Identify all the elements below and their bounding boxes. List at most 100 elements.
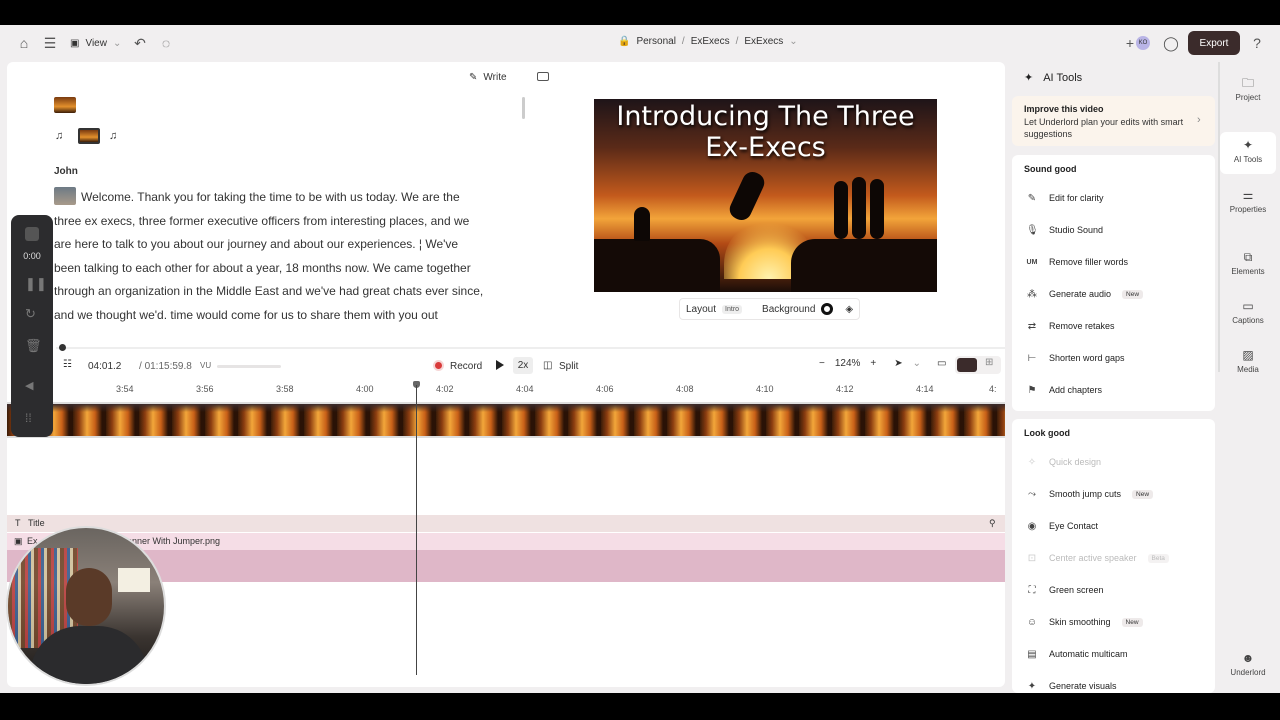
split-button[interactable]: Split: [559, 361, 578, 372]
tool-edit-for-clarity[interactable]: ✎ Edit for clarity: [1026, 190, 1104, 206]
frame-icon[interactable]: [537, 72, 549, 81]
tool-shorten-word-gaps[interactable]: ⊢ Shorten word gaps: [1026, 350, 1125, 366]
rail-item-underlord[interactable]: ☻ Underlord: [1220, 651, 1276, 677]
breadcrumb-item-personal[interactable]: Personal: [636, 36, 675, 47]
write-button[interactable]: ✎ Write: [469, 72, 507, 83]
restart-icon[interactable]: ↻: [25, 307, 39, 321]
tool-remove-filler-words[interactable]: UM Remove filler words: [1026, 254, 1128, 270]
video-track[interactable]: [7, 402, 1005, 438]
green-screen-icon: ⛶: [1028, 584, 1036, 596]
chevron-down-icon[interactable]: ⌄: [913, 358, 921, 369]
home-icon[interactable]: ⌂: [16, 35, 32, 51]
comment-icon[interactable]: ◯: [1163, 35, 1179, 51]
export-button[interactable]: Export: [1188, 31, 1240, 55]
help-icon[interactable]: ?: [1249, 35, 1265, 51]
chevron-right-icon: ›: [1197, 114, 1201, 126]
preview-figure: [870, 179, 884, 239]
captions-icon: ▭: [1242, 299, 1254, 313]
playhead[interactable]: [416, 385, 417, 675]
video-preview[interactable]: Introducing The Three Ex-Execs: [594, 99, 937, 292]
breadcrumb-item-folder[interactable]: ExExecs: [691, 36, 730, 47]
tool-center-active-speaker: ⊡ Center active speaker Beta: [1026, 550, 1169, 566]
transcript-body[interactable]: Welcome. Thank you for taking the time t…: [54, 190, 483, 322]
rail-item-elements[interactable]: ⧉ Elements: [1220, 250, 1276, 276]
title-track[interactable]: T Title ⚲: [7, 515, 1005, 532]
ai-tools-panel: ✦ AI Tools Improve this video Let Underl…: [1012, 62, 1215, 693]
tool-skin-smoothing[interactable]: ☺ Skin smoothing New: [1026, 614, 1143, 630]
play-icon[interactable]: [496, 360, 504, 370]
music-note-icon: ♫: [109, 130, 118, 142]
stop-icon[interactable]: [25, 227, 39, 241]
grid-view-icon[interactable]: ⊞: [985, 357, 993, 368]
background-color-swatch[interactable]: [821, 303, 834, 315]
tool-quick-design: ✧ Quick design: [1026, 454, 1101, 470]
scene-thumbnail-selected[interactable]: [78, 128, 100, 144]
zoom-in-icon[interactable]: +: [870, 358, 876, 369]
check-circle-icon[interactable]: ◌: [158, 35, 174, 51]
retake-icon: ⇄: [1027, 320, 1037, 332]
trash-icon[interactable]: 🗑: [25, 339, 42, 353]
view-label: View: [85, 37, 107, 49]
tool-studio-sound[interactable]: 🎙 Studio Sound: [1026, 222, 1103, 238]
breadcrumb-separator: /: [735, 36, 739, 47]
tool-label: Quick design: [1049, 457, 1102, 467]
layout-button[interactable]: Layout: [686, 304, 716, 315]
face-icon: ☺: [1026, 616, 1038, 628]
total-time-value: 01:15:59.8: [144, 361, 192, 372]
transcript-text[interactable]: Welcome. Thank you for taking the time t…: [54, 186, 484, 328]
tool-green-screen[interactable]: ⛶ Green screen: [1026, 582, 1104, 598]
rail-item-media[interactable]: ▨ Media: [1220, 348, 1276, 374]
recorder-time: 0:00: [23, 251, 41, 261]
collapse-icon[interactable]: ◀: [25, 379, 39, 393]
rail-item-properties[interactable]: ⚌ Properties: [1220, 188, 1276, 214]
breadcrumb-item-project[interactable]: ExExecs: [744, 36, 783, 47]
media-track[interactable]: ▣ Ex anner With Jumper.png: [7, 533, 1005, 550]
tool-label: Generate visuals: [1049, 681, 1117, 691]
bottom-letterbox: [0, 693, 1280, 720]
tool-smooth-jump-cuts[interactable]: ⤳ Smooth jump cuts New: [1026, 486, 1154, 502]
speaker-thumbnail: [54, 187, 76, 205]
chapters-icon[interactable]: ☷: [63, 359, 72, 370]
pause-icon[interactable]: ❚❚: [25, 277, 47, 291]
view-button[interactable]: ▣ View ⌄: [70, 34, 121, 52]
scene-thumbnail[interactable]: [54, 97, 76, 113]
tool-add-chapters[interactable]: ⚑ Add chapters: [1026, 382, 1103, 398]
chevron-down-icon[interactable]: ⌄: [789, 36, 797, 47]
split-icon[interactable]: ◫: [543, 360, 552, 371]
avatar[interactable]: KO: [1136, 36, 1150, 50]
timeline-view-toggle[interactable]: ⊞: [955, 356, 1001, 374]
improve-video-card[interactable]: Improve this video Let Underlord plan yo…: [1012, 96, 1215, 146]
rail-item-captions[interactable]: ▭ Captions: [1220, 299, 1276, 325]
undo-icon[interactable]: ↶: [132, 35, 148, 51]
jump-cut-icon: ⤳: [1028, 488, 1036, 500]
rail-item-ai-tools[interactable]: ✦ AI Tools: [1220, 132, 1276, 174]
tool-label: Green screen: [1049, 585, 1104, 595]
script-scrollbar[interactable]: [522, 97, 525, 119]
record-icon[interactable]: [433, 360, 444, 371]
script-panel: ♫ ♫ John Welcome. Thank you for taking t…: [7, 62, 527, 342]
tool-label: Generate audio: [1049, 289, 1112, 299]
tool-generate-visuals[interactable]: ✦ Generate visuals: [1026, 678, 1117, 694]
scrub-bar[interactable]: [56, 347, 1005, 349]
menu-icon[interactable]: ☰: [42, 35, 58, 51]
bookmark-icon: ⚑: [1027, 384, 1037, 396]
layout-badge: Intro: [722, 304, 743, 314]
rail-item-project[interactable]: 🗀 Project: [1220, 76, 1276, 102]
tool-eye-contact[interactable]: ◉ Eye Contact: [1026, 518, 1098, 534]
scrub-handle[interactable]: [59, 344, 66, 351]
background-button[interactable]: Background: [762, 304, 815, 315]
webcam-preview[interactable]: [6, 526, 166, 686]
layers-icon[interactable]: ◈: [845, 304, 853, 315]
record-button[interactable]: Record: [450, 361, 482, 372]
tool-remove-retakes[interactable]: ⇄ Remove retakes: [1026, 318, 1115, 334]
playback-speed-button[interactable]: 2x: [513, 357, 533, 374]
list-view-icon[interactable]: [957, 358, 977, 372]
zoom-out-icon[interactable]: −: [819, 358, 825, 369]
pointer-tool-icon[interactable]: ➤: [894, 358, 902, 369]
pin-icon[interactable]: ⚲: [989, 518, 996, 529]
timeline-ruler[interactable]: 3:54 3:56 3:58 4:00 4:02 4:04 4:06 4:08 …: [7, 382, 1005, 400]
tool-automatic-multicam[interactable]: ▤ Automatic multicam: [1026, 646, 1127, 662]
tool-generate-audio[interactable]: ⁂ Generate audio New: [1026, 286, 1144, 302]
track-view-icon[interactable]: ▭: [937, 358, 946, 369]
drag-handle-icon[interactable]: ⁞⁞: [25, 411, 39, 425]
